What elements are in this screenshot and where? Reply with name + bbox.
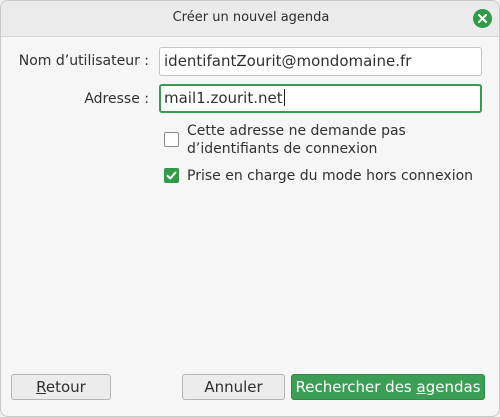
no-credentials-label-line1: Cette adresse ne demande pas — [187, 123, 406, 139]
dialog-title: Créer un nouvel agenda — [172, 10, 330, 25]
back-button[interactable]: Retour — [11, 374, 111, 400]
search-calendars-button[interactable]: Rechercher des agendas — [291, 374, 485, 400]
offline-support-checkbox[interactable] — [164, 168, 179, 183]
address-value: mail1.zourit.net — [164, 89, 283, 107]
search-label-prefix: Rechercher des — [295, 378, 417, 396]
username-field[interactable]: identifantZourit@mondomaine.fr — [159, 47, 482, 76]
no-credentials-checkbox[interactable] — [164, 132, 179, 147]
cancel-button[interactable]: Annuler — [182, 374, 285, 400]
address-field[interactable]: mail1.zourit.net — [159, 84, 482, 113]
address-label: Adresse : — [84, 91, 149, 107]
username-label: Nom d’utilisateur : — [18, 53, 149, 69]
title-bar: Créer un nouvel agenda — [1, 1, 499, 37]
checkmark-icon — [166, 171, 177, 180]
close-button[interactable] — [473, 9, 492, 28]
search-label-rest: gendas — [425, 378, 481, 396]
create-calendar-dialog: Créer un nouvel agenda Nom d’utilisateur… — [0, 0, 500, 417]
search-mnemonic: a — [416, 378, 426, 396]
username-value: identifantZourit@mondomaine.fr — [164, 52, 412, 70]
back-label-rest: etour — [45, 378, 86, 396]
no-credentials-label[interactable]: Cette adresse ne demande pas d’identifia… — [187, 122, 406, 158]
text-caret — [283, 89, 285, 106]
offline-support-label[interactable]: Prise en charge du mode hors connexion — [187, 167, 473, 185]
close-icon — [478, 14, 487, 23]
back-mnemonic: R — [36, 378, 46, 396]
no-credentials-label-line2: d’identifiants de connexion — [187, 141, 378, 157]
